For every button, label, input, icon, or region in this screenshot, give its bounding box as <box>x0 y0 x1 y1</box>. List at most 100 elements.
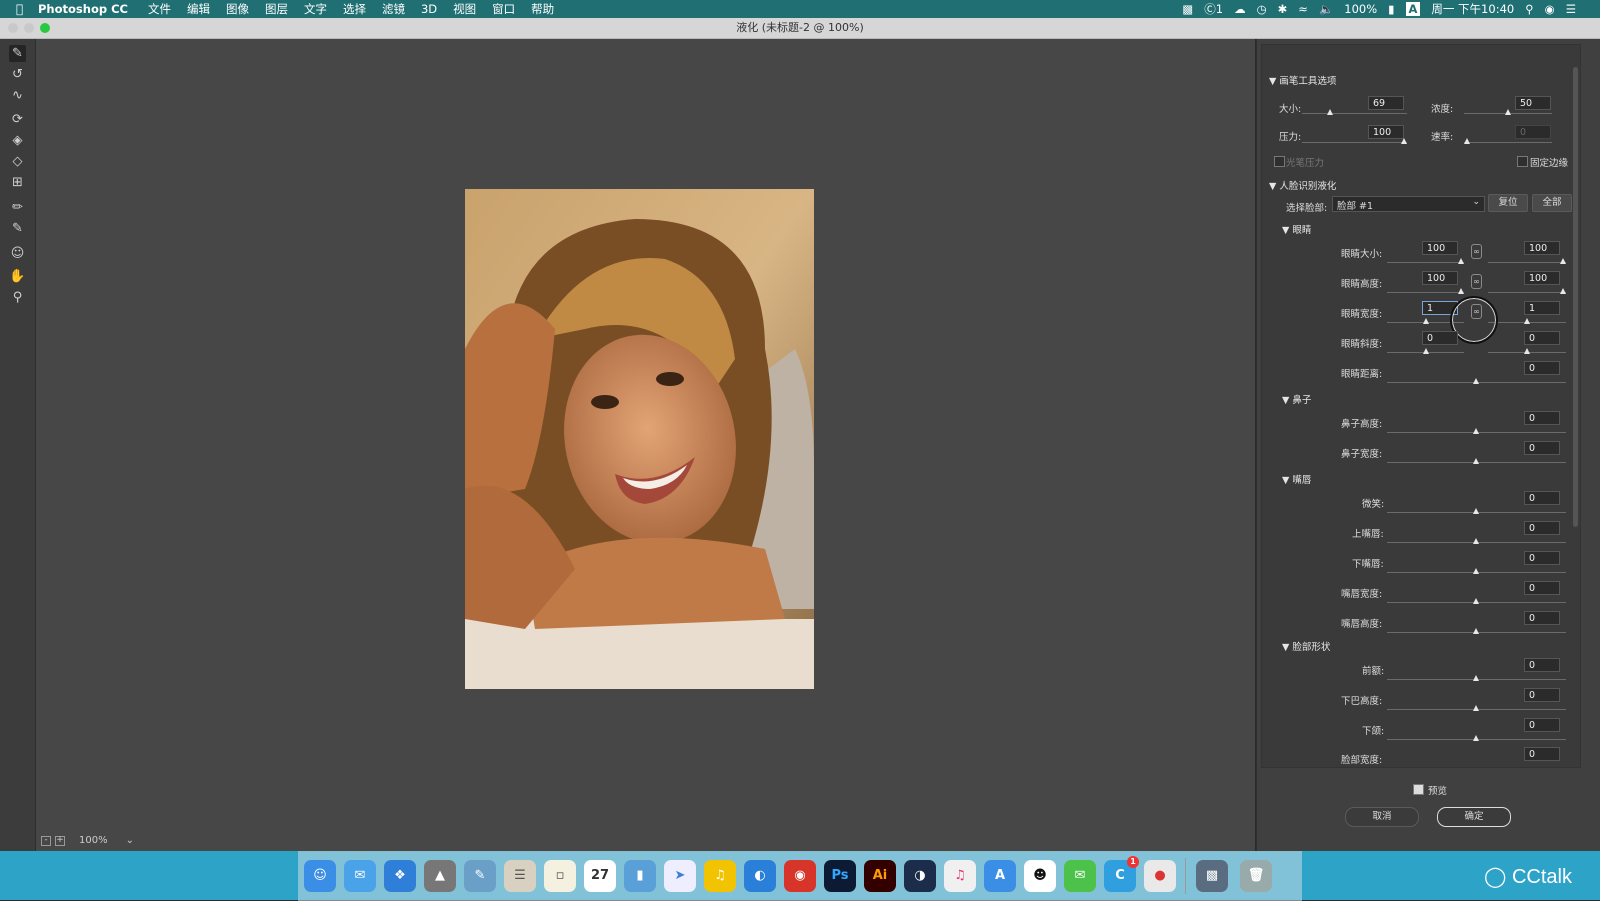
clock[interactable]: 周一 下午10:40 <box>1431 1 1514 17</box>
face-aware-section[interactable]: ▼ 人脸识别液化 <box>1269 178 1336 192</box>
bloat-tool-icon[interactable]: ◇ <box>9 153 26 170</box>
cctalk-icon[interactable]: C1 <box>1104 856 1139 892</box>
wechat-icon[interactable]: ✉ <box>1064 860 1096 892</box>
smile-input[interactable]: 0 <box>1524 491 1560 505</box>
eye-tilt-right-handle[interactable] <box>1524 348 1530 354</box>
creative-cloud-icon[interactable]: ☁ <box>1234 2 1246 16</box>
screen-mirror-icon[interactable]: ▩ <box>1182 2 1193 16</box>
notification-center-icon[interactable]: ☰ <box>1566 2 1576 16</box>
app-name-menu[interactable]: Photoshop CC <box>38 2 128 16</box>
reset-button[interactable]: 复位 <box>1488 194 1528 212</box>
keynote-icon[interactable]: ▮ <box>624 860 656 892</box>
eye-width-left-handle[interactable] <box>1423 318 1429 324</box>
notes-icon[interactable]: ☰ <box>504 860 536 892</box>
pressure-slider-handle[interactable] <box>1401 138 1407 144</box>
size-slider[interactable] <box>1302 113 1407 114</box>
lower-lip-handle[interactable] <box>1473 568 1479 574</box>
pressure-slider[interactable] <box>1302 142 1407 143</box>
eye-width-right-handle[interactable] <box>1524 318 1530 324</box>
face-tool-icon[interactable]: ☺ <box>9 245 26 262</box>
nose-width-handle[interactable] <box>1473 458 1479 464</box>
eye-height-right-handle[interactable] <box>1560 288 1566 294</box>
eye-size-left-input[interactable]: 100 <box>1422 241 1458 255</box>
mouth-height-input[interactable]: 0 <box>1524 611 1560 625</box>
wifi-icon[interactable]: ≈ <box>1298 2 1308 16</box>
size-slider-handle[interactable] <box>1327 109 1333 115</box>
finder-icon[interactable]: ☺ <box>304 860 336 892</box>
zoom-in-icon[interactable]: + <box>55 835 65 846</box>
forward-warp-tool-icon[interactable]: ✎ <box>9 45 26 62</box>
preview-checkbox[interactable] <box>1413 784 1424 795</box>
jawline-input[interactable]: 0 <box>1524 718 1560 732</box>
eyes-section[interactable]: ▼ 眼睛 <box>1282 222 1311 236</box>
forehead-input[interactable]: 0 <box>1524 658 1560 672</box>
ok-button[interactable]: 确定 <box>1437 807 1511 827</box>
mouth-width-handle[interactable] <box>1473 598 1479 604</box>
forehead-handle[interactable] <box>1473 675 1479 681</box>
cancel-button[interactable]: 取消 <box>1345 807 1419 827</box>
pin-edges-checkbox[interactable] <box>1517 156 1528 167</box>
eye-tilt-left-handle[interactable] <box>1423 348 1429 354</box>
illustrator-icon[interactable]: Ai <box>864 860 896 892</box>
eye-size-left-handle[interactable] <box>1458 258 1464 264</box>
eye-height-left-handle[interactable] <box>1458 288 1464 294</box>
calendar-icon[interactable]: 27 <box>584 860 616 892</box>
mouth-section[interactable]: ▼ 嘴唇 <box>1282 472 1311 486</box>
smooth-tool-icon[interactable]: ∿ <box>9 87 26 104</box>
c-status-icon[interactable]: Ⓒ1 <box>1204 1 1223 17</box>
apple-icon[interactable]:  <box>16 2 32 16</box>
itunes-icon[interactable]: ♫ <box>944 860 976 892</box>
siri-icon[interactable]: ◉ <box>1545 2 1555 16</box>
spotlight-search-icon[interactable]: ⚲ <box>1525 2 1533 16</box>
mouth-height-handle[interactable] <box>1473 628 1479 634</box>
pucker-tool-icon[interactable]: ◈ <box>9 132 26 149</box>
liquify-canvas[interactable] <box>36 39 1255 851</box>
eye-tilt-left-input[interactable]: 0 <box>1422 331 1458 345</box>
nose-height-handle[interactable] <box>1473 428 1479 434</box>
nose-section[interactable]: ▼ 鼻子 <box>1282 392 1311 406</box>
push-left-tool-icon[interactable]: ⊞ <box>9 174 26 191</box>
menu-file[interactable]: 文件 <box>148 1 171 17</box>
portrait-photo[interactable] <box>465 189 814 689</box>
stylus-pressure-checkbox[interactable] <box>1274 156 1285 167</box>
properties-scroll-area[interactable]: ▼ 画笔工具选项 大小: 69 浓度: 50 压力: 100 速率: 0 光笔压… <box>1261 44 1581 768</box>
face-width-input[interactable]: 0 <box>1524 747 1560 761</box>
menu-window[interactable]: 窗口 <box>492 1 515 17</box>
browser-icon[interactable]: ◐ <box>744 860 776 892</box>
eye-distance-input[interactable]: 0 <box>1524 361 1560 375</box>
eye-height-right-input[interactable]: 100 <box>1524 271 1560 285</box>
nose-width-input[interactable]: 0 <box>1524 441 1560 455</box>
eye-height-right-slider[interactable] <box>1488 292 1566 293</box>
menu-layer[interactable]: 图层 <box>265 1 288 17</box>
screen-recorder-icon[interactable]: ● <box>1144 860 1176 892</box>
thaw-mask-tool-icon[interactable]: ✎ <box>9 220 26 237</box>
density-input[interactable]: 50 <box>1515 96 1551 110</box>
hand-tool-icon[interactable]: ✋ <box>9 268 26 285</box>
eye-tilt-right-input[interactable]: 0 <box>1524 331 1560 345</box>
menu-edit[interactable]: 编辑 <box>187 1 210 17</box>
smile-handle[interactable] <box>1473 508 1479 514</box>
safari-icon[interactable]: ❖ <box>384 860 416 892</box>
menu-filter[interactable]: 滤镜 <box>382 1 405 17</box>
zoom-out-icon[interactable]: - <box>41 835 51 846</box>
nose-height-input[interactable]: 0 <box>1524 411 1560 425</box>
chin-height-input[interactable]: 0 <box>1524 688 1560 702</box>
mail-bird-icon[interactable]: ➤ <box>664 860 696 892</box>
downloads-stack-icon[interactable]: ▩ <box>1196 860 1228 892</box>
zoom-level[interactable]: 100% <box>79 835 108 846</box>
photoshop-icon[interactable]: Ps <box>824 860 856 892</box>
panel-scrollbar[interactable] <box>1573 67 1578 527</box>
cinema4d-icon[interactable]: ◑ <box>904 860 936 892</box>
brush-options-section[interactable]: ▼ 画笔工具选项 <box>1269 73 1336 87</box>
chevron-down-icon[interactable]: ⌄ <box>126 835 134 846</box>
menu-help[interactable]: 帮助 <box>531 1 554 17</box>
eye-size-left-slider[interactable] <box>1387 262 1464 263</box>
lower-lip-input[interactable]: 0 <box>1524 551 1560 565</box>
volume-icon[interactable]: 🔈 <box>1319 2 1333 16</box>
minimize-window-button[interactable] <box>24 23 34 33</box>
upper-lip-handle[interactable] <box>1473 538 1479 544</box>
time-machine-icon[interactable]: ◷ <box>1257 2 1267 16</box>
twirl-clockwise-tool-icon[interactable]: ⟳ <box>9 111 26 128</box>
eye-height-left-input[interactable]: 100 <box>1422 271 1458 285</box>
eye-width-right-input[interactable]: 1 <box>1524 301 1560 315</box>
